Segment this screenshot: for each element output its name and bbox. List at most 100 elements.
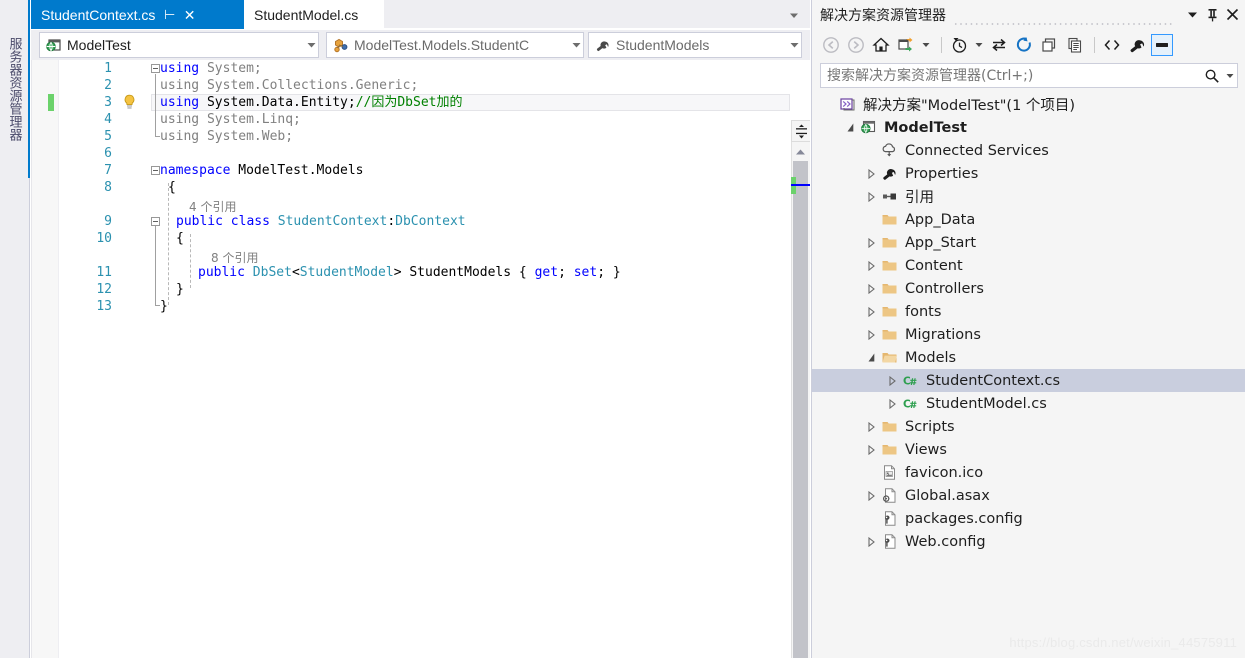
tree-item-label: App_Start: [905, 234, 976, 251]
tree-item-app_data[interactable]: App_Data: [812, 208, 1245, 231]
search-icon[interactable]: [1201, 68, 1223, 84]
drag-grip[interactable]: [954, 13, 1172, 25]
code-editor-surface[interactable]: 1 using System; 2 using System.Collections.…: [31, 60, 810, 658]
preview-selected-items-button-preview-pane-icon[interactable]: [1151, 34, 1173, 56]
properties-button-wrench-icon[interactable]: [1126, 34, 1148, 56]
forward-button-arrow-right-circle-icon[interactable]: [845, 34, 867, 56]
editor-region: StudentContext.cs ⊣ ✕ StudentModel.cs Mo…: [31, 0, 810, 658]
tree-item-connected-services[interactable]: Connected Services: [812, 139, 1245, 162]
scrollbar-thumb[interactable]: [793, 161, 808, 658]
code-line[interactable]: 9 public class StudentContext:DbContext: [32, 213, 792, 230]
back-button-arrow-left-circle-icon[interactable]: [820, 34, 842, 56]
nav-member-dropdown[interactable]: StudentModels: [588, 32, 802, 58]
code-line[interactable]: 8{: [32, 179, 792, 196]
panel-close-icon[interactable]: [1225, 6, 1240, 23]
codelens-property-references[interactable]: 8 个引用: [211, 251, 258, 266]
tab-studentmodel-cs[interactable]: StudentModel.cs: [244, 0, 384, 29]
tree-item-modeltest-1[interactable]: 解决方案"ModelTest"(1 个项目): [812, 93, 1245, 116]
code-line[interactable]: 4 using System.Linq;: [32, 111, 792, 128]
show-all-files-button-show-all-files-icon[interactable]: [1063, 34, 1085, 56]
sidebar-item-server-explorer[interactable]: 服务器资源管理器: [0, 0, 30, 178]
code-line[interactable]: 5 using System.Web;: [32, 128, 792, 145]
tree-item-content[interactable]: Content: [812, 254, 1245, 277]
tree-item-properties[interactable]: Properties: [812, 162, 1245, 185]
chevron-down-icon[interactable]: [843, 123, 858, 132]
view-code-button-code-brackets-icon[interactable]: [1101, 34, 1123, 56]
tree-item-views[interactable]: Views: [812, 438, 1245, 461]
code-line[interactable]: 12}: [32, 281, 792, 298]
chevron-right-icon[interactable]: [864, 283, 879, 294]
home-button-home-icon[interactable]: [870, 34, 892, 56]
chevron-right-icon[interactable]: [864, 237, 879, 248]
chevron-right-icon[interactable]: [864, 306, 879, 317]
tree-item-studentmodel.cs[interactable]: C StudentModel.cs: [812, 392, 1245, 415]
code-line[interactable]: 2 using System.Collections.Generic;: [32, 77, 792, 94]
show-history-clock-history-icon[interactable]: [948, 34, 970, 56]
code-line[interactable]: 6: [32, 145, 792, 162]
solution-tree[interactable]: 解决方案"ModelTest"(1 个项目) ModelTest Connected…: [812, 93, 1245, 658]
chevron-down-icon[interactable]: [864, 353, 879, 362]
chevron-down-icon[interactable]: [569, 42, 583, 48]
search-input[interactable]: [821, 64, 1201, 87]
tree-item-modeltest[interactable]: ModelTest: [812, 116, 1245, 139]
class-icon: [332, 37, 349, 54]
chevron-right-icon[interactable]: [885, 375, 900, 386]
chevron-right-icon[interactable]: [885, 398, 900, 409]
pin-icon[interactable]: ⊣: [164, 7, 175, 22]
close-icon[interactable]: ✕: [184, 8, 196, 22]
code-text: using System.Collections.Generic;: [160, 78, 419, 93]
line-number: 5: [104, 129, 112, 144]
collapse-all-button-collapse-all-icon[interactable]: [1038, 34, 1060, 56]
tree-item-app_start[interactable]: App_Start: [812, 231, 1245, 254]
tree-item-web.config[interactable]: Web.config: [812, 530, 1245, 553]
code-line[interactable]: 7 namespace ModelTest.Models: [32, 162, 792, 179]
scroll-up-arrow-icon[interactable]: [791, 143, 810, 160]
search-options-chevron-down-icon[interactable]: [1223, 73, 1237, 79]
panel-pin-icon[interactable]: [1205, 6, 1220, 23]
tree-item-scripts[interactable]: Scripts: [812, 415, 1245, 438]
codelens-class-references[interactable]: 4 个引用: [189, 200, 236, 215]
chevron-right-icon[interactable]: [864, 191, 879, 202]
chevron-right-icon[interactable]: [864, 168, 879, 179]
tree-item-models[interactable]: Models: [812, 346, 1245, 369]
nav-project-dropdown[interactable]: ModelTest: [39, 32, 319, 58]
nav-type-dropdown[interactable]: ModelTest.Models.StudentC: [326, 32, 584, 58]
sync-with-active-document-sync-arrows-icon[interactable]: [988, 34, 1010, 56]
chevron-right-icon[interactable]: [864, 260, 879, 271]
chevron-right-icon[interactable]: [864, 490, 879, 501]
code-line[interactable]: 13}: [32, 298, 792, 315]
pending-changes-icon[interactable]: [895, 34, 917, 56]
chevron-right-icon[interactable]: [864, 536, 879, 547]
chevron-right-icon[interactable]: [864, 421, 879, 432]
solution-explorer-search[interactable]: [820, 63, 1238, 88]
tree-item-global.asax[interactable]: Global.asax: [812, 484, 1245, 507]
tree-item-fonts[interactable]: fonts: [812, 300, 1245, 323]
tree-item-packages.config[interactable]: packages.config: [812, 507, 1245, 530]
server-explorer-label: 服务器资源管理器: [6, 37, 22, 141]
tab-overflow-chevron-down-icon[interactable]: [788, 9, 800, 21]
code-line[interactable]: 1 using System;: [32, 60, 792, 77]
panel-dropdown-chevron-down-icon[interactable]: [1185, 6, 1200, 23]
chevron-right-icon[interactable]: [864, 329, 879, 340]
tree-item-favicon.ico[interactable]: favicon.ico: [812, 461, 1245, 484]
tree-item-migrations[interactable]: Migrations: [812, 323, 1245, 346]
chevron-down-icon[interactable]: [787, 42, 801, 48]
chevron-down-icon[interactable]: [304, 42, 318, 48]
tab-studentcontext-cs[interactable]: StudentContext.cs ⊣ ✕: [31, 0, 244, 29]
folder-icon: [879, 326, 900, 343]
pending-changes-chevron-down-icon[interactable]: [920, 34, 932, 56]
connected-services-icon: [879, 142, 900, 159]
split-view-icon[interactable]: [791, 120, 810, 142]
code-line[interactable]: 3 using System.Data.Entity;//因为DbSet加的: [32, 94, 792, 111]
code-line[interactable]: 10 {: [32, 230, 792, 247]
chevron-right-icon[interactable]: [864, 444, 879, 455]
refresh-button-refresh-icon[interactable]: [1013, 34, 1035, 56]
watermark-text: https://blog.csdn.net/weixin_44575911: [1009, 635, 1237, 650]
code-text-area[interactable]: 1 using System; 2 using System.Collections.…: [32, 60, 792, 658]
tree-item-controllers[interactable]: Controllers: [812, 277, 1245, 300]
tree-item-[interactable]: 引用: [812, 185, 1245, 208]
tree-item-studentcontext.cs[interactable]: C StudentContext.cs: [812, 369, 1245, 392]
show-history-chevron-down-icon[interactable]: [973, 34, 985, 56]
overview-change-marker: [791, 186, 796, 194]
code-line[interactable]: 11 public DbSet<StudentModel> StudentMode…: [32, 264, 792, 281]
